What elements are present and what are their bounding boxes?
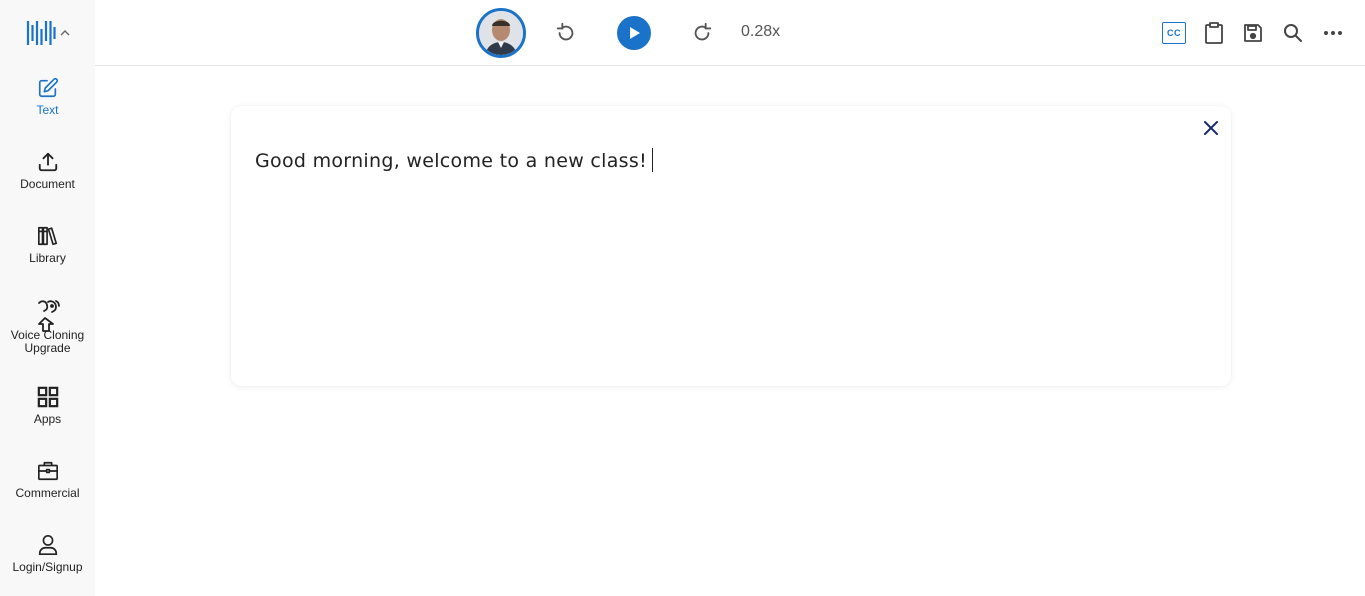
sidebar-item-label: Commercial [15, 486, 80, 500]
sidebar: Text Document Library Voice Cloning Upgr… [0, 0, 95, 596]
top-bar: 0.28x CC [95, 0, 1365, 66]
user-icon [38, 535, 57, 555]
more-icon [1324, 31, 1342, 35]
rewind-icon [556, 22, 574, 41]
close-button[interactable] [1201, 118, 1221, 138]
play-icon [630, 27, 640, 39]
clipboard-icon [1205, 22, 1223, 44]
upload-icon [38, 152, 57, 172]
text-editor-card: Good morning, welcome to a new class! [231, 106, 1231, 386]
briefcase-icon [37, 461, 58, 481]
sidebar-item-sublabel: Upgrade [24, 341, 71, 355]
brand-logo-icon [26, 20, 56, 45]
text-editor-area[interactable]: Good morning, welcome to a new class! [255, 148, 653, 172]
forward-icon [694, 22, 712, 41]
forward-button[interactable] [690, 21, 714, 45]
close-icon [1204, 121, 1218, 135]
sidebar-item-label: Text [36, 103, 59, 117]
avatar-image [479, 11, 523, 55]
chevron-up-icon[interactable] [60, 29, 70, 37]
sidebar-item-label: Login/Signup [12, 560, 83, 574]
save-icon [1244, 24, 1262, 42]
text-caret [652, 148, 653, 172]
sidebar-item-commercial[interactable]: Commercial [0, 460, 95, 500]
search-icon [1284, 24, 1302, 42]
search-button[interactable] [1282, 22, 1304, 44]
logo[interactable] [0, 0, 95, 65]
more-button[interactable] [1322, 22, 1344, 44]
rewind-button[interactable] [554, 21, 578, 45]
sidebar-item-apps[interactable]: Apps [0, 386, 95, 426]
sidebar-item-label: Document [20, 177, 75, 191]
library-icon [37, 226, 57, 246]
clipboard-button[interactable] [1203, 21, 1225, 45]
sidebar-item-text[interactable]: Text [0, 77, 95, 117]
captions-icon: CC [1167, 28, 1181, 38]
editor-text: Good morning, welcome to a new class! [255, 150, 647, 172]
save-button[interactable] [1242, 22, 1264, 44]
sidebar-item-document[interactable]: Document [0, 151, 95, 191]
edit-icon [38, 77, 58, 98]
play-button[interactable] [617, 16, 651, 50]
sidebar-item-library[interactable]: Library [0, 225, 95, 265]
sidebar-item-voice-cloning[interactable]: Voice Cloning Upgrade [0, 299, 95, 355]
sidebar-item-login[interactable]: Login/Signup [0, 534, 95, 574]
sidebar-item-label: Apps [33, 412, 62, 426]
playback-speed[interactable]: 0.28x [741, 23, 780, 41]
voice-avatar[interactable] [476, 8, 526, 58]
sidebar-item-label: Library [29, 251, 66, 265]
apps-grid-icon [37, 386, 58, 408]
captions-button[interactable]: CC [1162, 22, 1186, 44]
